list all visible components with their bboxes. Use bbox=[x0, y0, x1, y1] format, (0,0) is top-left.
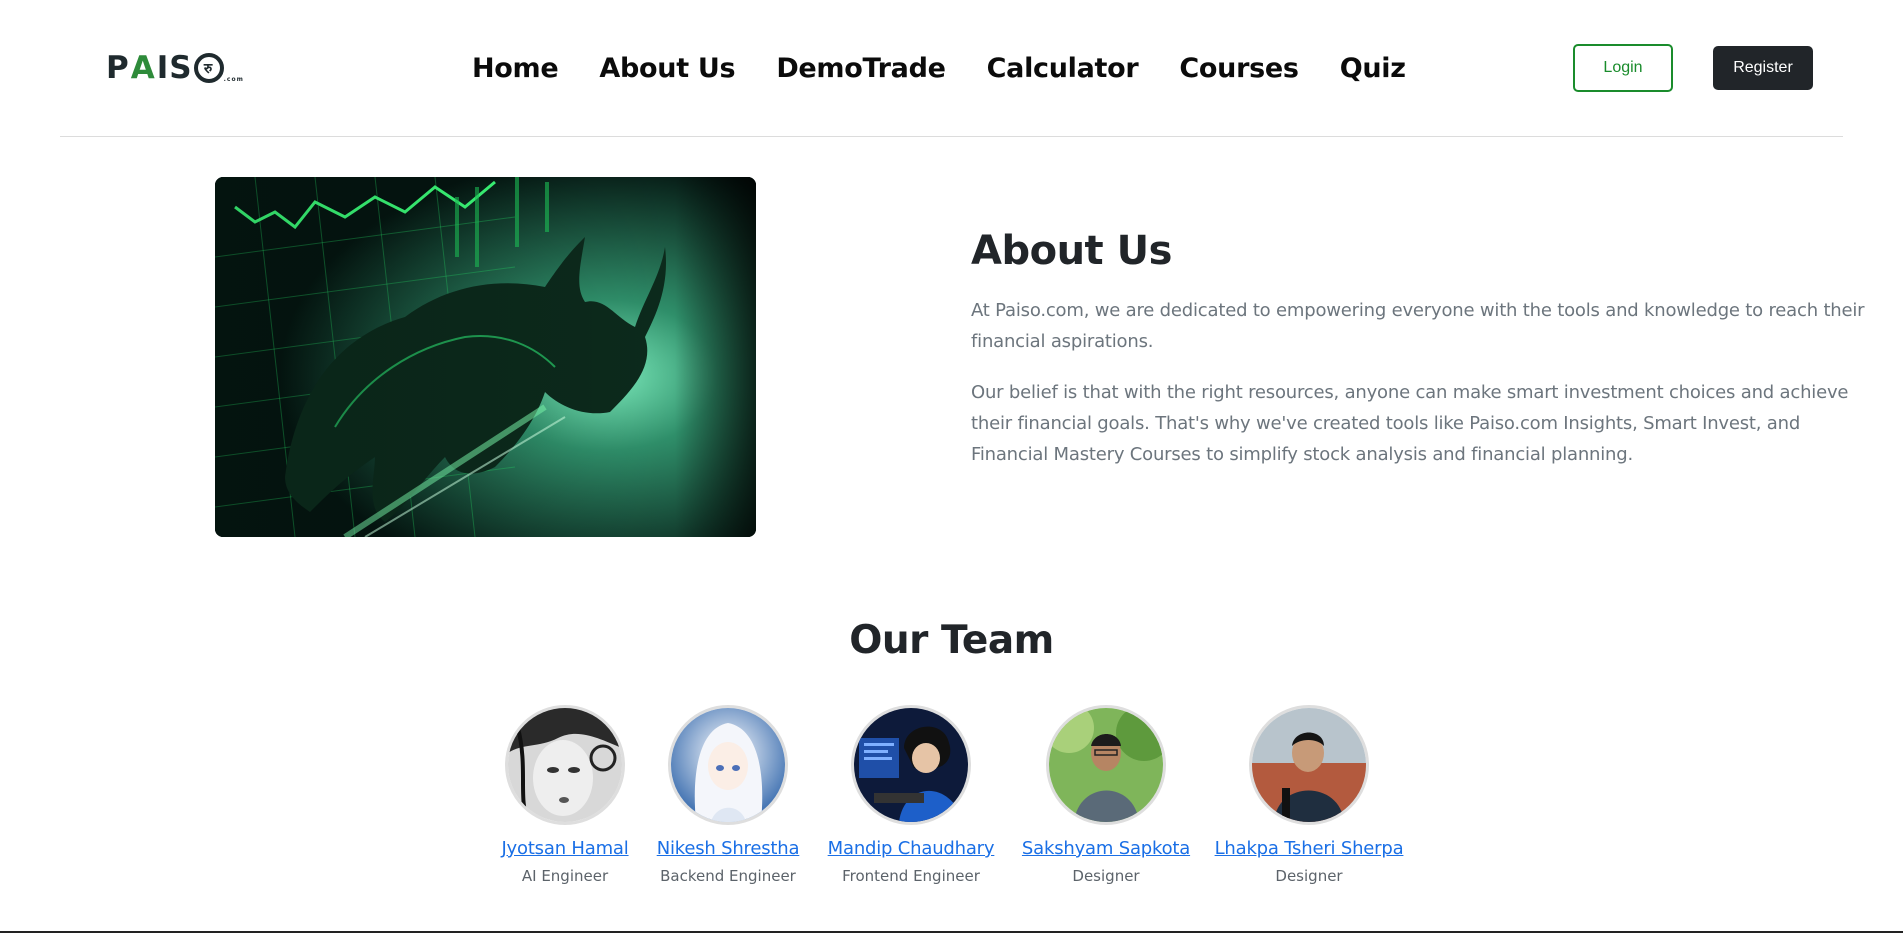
avatar bbox=[668, 705, 788, 825]
site-header: P A IS रु .com Home About Us DemoTrade Calcu… bbox=[0, 0, 1903, 137]
login-button[interactable]: Login bbox=[1573, 44, 1673, 92]
team-member-card: Lhakpa Tsheri Sherpa Designer bbox=[1215, 705, 1404, 885]
main-nav: Home About Us DemoTrade Calculator Cours… bbox=[472, 50, 1406, 88]
member-name-link[interactable]: Sakshyam Sapkota bbox=[1022, 838, 1190, 859]
member-role: Frontend Engineer bbox=[842, 867, 980, 885]
about-paragraph-1: At Paiso.com, we are dedicated to empowe… bbox=[971, 300, 1865, 352]
nav-demotrade[interactable]: DemoTrade bbox=[776, 50, 946, 88]
nav-quiz[interactable]: Quiz bbox=[1340, 50, 1406, 88]
member-name-link[interactable]: Mandip Chaudhary bbox=[828, 838, 995, 859]
member-role: Designer bbox=[1275, 867, 1343, 885]
team-title: Our Team bbox=[849, 618, 1054, 663]
logo-wordmark: P A IS रु .com bbox=[106, 50, 244, 86]
avatar bbox=[1046, 705, 1166, 825]
logo-a-arrow-icon: A bbox=[130, 50, 156, 86]
member-name-link[interactable]: Lhakpa Tsheri Sherpa bbox=[1215, 838, 1404, 859]
rupee-coin-icon: रु bbox=[193, 53, 224, 83]
member-role: AI Engineer bbox=[521, 867, 609, 885]
avatar bbox=[851, 705, 971, 825]
nav-courses[interactable]: Courses bbox=[1179, 50, 1299, 88]
team-member-card: Sakshyam Sapkota Designer bbox=[1022, 705, 1190, 885]
nav-home[interactable]: Home bbox=[472, 50, 559, 88]
avatar bbox=[1249, 705, 1369, 825]
nav-calculator[interactable]: Calculator bbox=[987, 50, 1139, 88]
paiso-logo[interactable]: P A IS रु .com bbox=[106, 50, 244, 86]
team-member-card: Mandip Chaudhary Frontend Engineer bbox=[828, 705, 995, 885]
member-name-link[interactable]: Jyotsan Hamal bbox=[501, 838, 628, 859]
nav-about-us[interactable]: About Us bbox=[599, 50, 735, 88]
member-name-link[interactable]: Nikesh Shrestha bbox=[657, 838, 800, 859]
team-member-card: Jyotsan Hamal AI Engineer bbox=[501, 705, 629, 885]
about-title: About Us bbox=[971, 228, 1172, 274]
about-paragraph-2: Our belief is that with the right resour… bbox=[971, 382, 1849, 465]
member-role: Designer bbox=[1072, 867, 1140, 885]
register-button[interactable]: Register bbox=[1713, 46, 1813, 90]
avatar bbox=[505, 705, 625, 825]
team-member-card: Nikesh Shrestha Backend Engineer bbox=[657, 705, 800, 885]
member-role: Backend Engineer bbox=[660, 867, 796, 885]
hero-bull-image bbox=[215, 177, 756, 537]
header-divider bbox=[60, 136, 1843, 137]
